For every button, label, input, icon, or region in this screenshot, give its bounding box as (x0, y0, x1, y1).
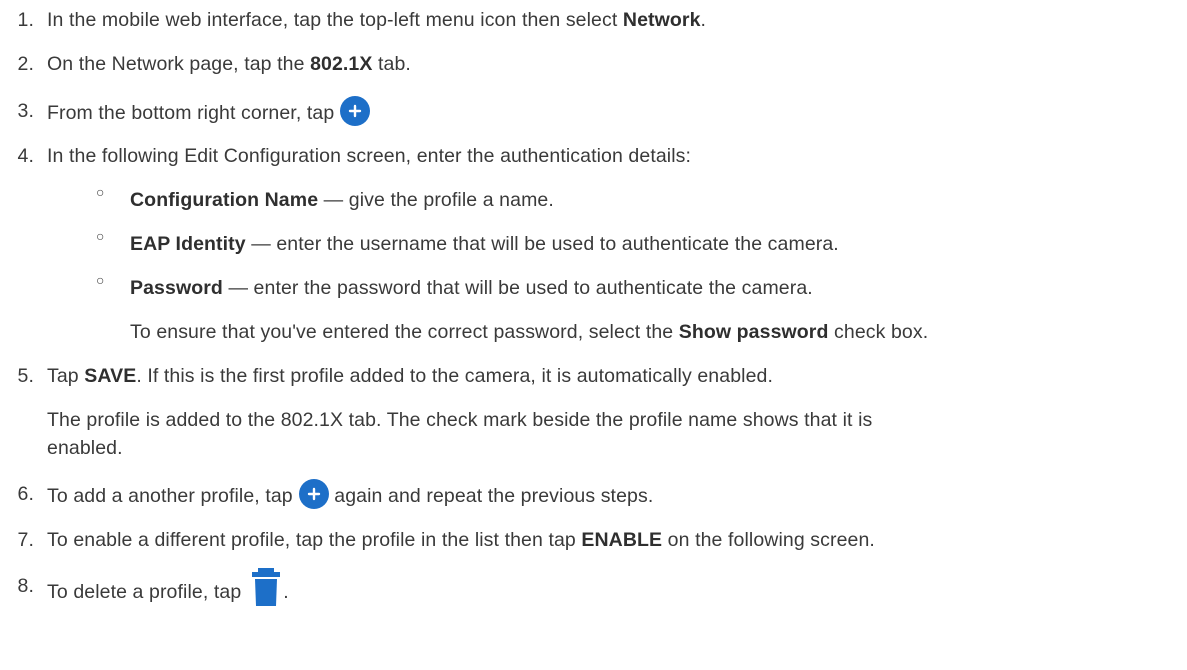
step-text: Tap SAVE. If this is the first profile a… (47, 365, 773, 387)
step-number: 3. (17, 100, 34, 122)
bullet: ○ (96, 272, 105, 288)
step-number: 4. (17, 145, 34, 167)
save-label: SAVE (84, 365, 137, 387)
bullet: ○ (96, 228, 105, 244)
step-text: In the mobile web interface, tap the top… (47, 9, 707, 31)
add-circle-icon (298, 479, 329, 509)
sub-item-text: Password — enter the password that will … (130, 277, 813, 299)
step-number: 7. (17, 529, 34, 551)
step-number: 5. (17, 365, 34, 387)
show-password-label: Show password (678, 321, 829, 343)
trash-icon (249, 568, 283, 606)
tab-8021x-label: 802.1X (310, 53, 373, 75)
step-number: 1. (17, 9, 34, 31)
step-text: To delete a profile, tap. (47, 568, 289, 612)
step-text: In the following Edit Configuration scre… (47, 145, 692, 167)
menu-item-network-label: Network (622, 9, 701, 31)
step-text: From the bottom right corner, tap (47, 96, 371, 129)
step-number: 6. (17, 483, 34, 505)
step-text: To enable a different profile, tap the p… (47, 529, 875, 551)
sub-item-text: EAP Identity — enter the username that w… (130, 233, 839, 255)
step-text: To add a another profile, tap again and … (47, 479, 653, 512)
add-circle-icon (340, 96, 371, 126)
instructions-document: 1. In the mobile web interface, tap the … (0, 0, 1187, 670)
enable-label: ENABLE (581, 529, 663, 551)
bullet: ○ (96, 184, 105, 200)
sub-item-text: Configuration Name — give the profile a … (130, 189, 554, 211)
step-text: On the Network page, tap the 802.1X tab. (47, 53, 411, 75)
step-number: 2. (17, 53, 34, 75)
step-number: 8. (17, 575, 34, 597)
